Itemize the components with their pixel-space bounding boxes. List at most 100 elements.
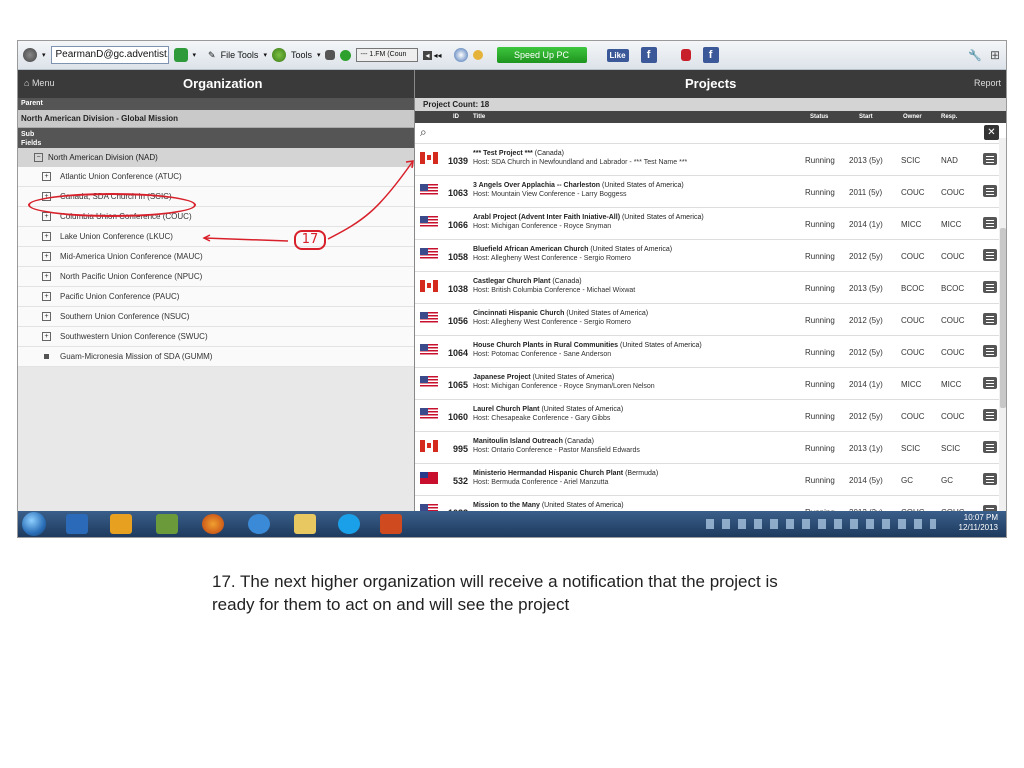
project-title[interactable]: Castlegar Church Plant (Canada) xyxy=(473,278,582,285)
file-explorer-icon[interactable] xyxy=(294,514,316,534)
row-menu-icon[interactable] xyxy=(983,281,997,293)
col-status[interactable]: Status xyxy=(810,114,828,120)
add-icon[interactable]: ⊞ xyxy=(990,48,1000,62)
media-player-icon[interactable] xyxy=(66,514,88,534)
dropdown-arrow-icon[interactable]: ▾ xyxy=(317,51,321,59)
next-icon[interactable]: ◂◂ xyxy=(434,51,442,60)
col-id[interactable]: ID xyxy=(453,114,459,120)
project-row[interactable]: 1063 3 Angels Over Applachia -- Charlesto… xyxy=(415,176,1006,208)
firefox-icon[interactable] xyxy=(202,514,224,534)
dropdown-arrow-icon[interactable]: ▾ xyxy=(42,51,46,59)
project-title[interactable]: 3 Angels Over Applachia -- Charleston (U… xyxy=(473,182,684,189)
project-title[interactable]: Bluefield African American Church (Unite… xyxy=(473,246,672,253)
facebook-like-button[interactable]: Like xyxy=(606,48,629,62)
project-row[interactable]: 1056 Cincinnati Hispanic Church (United S… xyxy=(415,304,1006,336)
weather-icon[interactable] xyxy=(453,48,468,62)
skype-icon[interactable] xyxy=(338,514,360,534)
outlook-icon[interactable] xyxy=(110,514,132,534)
tree-item[interactable]: + Atlantic Union Conference (ATUC) xyxy=(18,167,414,187)
project-row[interactable]: 1060 Laurel Church Plant (United States o… xyxy=(415,400,1006,432)
file-tools-menu[interactable]: File Tools xyxy=(221,50,259,60)
row-menu-icon[interactable] xyxy=(983,473,997,485)
row-menu-icon[interactable] xyxy=(983,377,997,389)
project-title[interactable]: House Church Plants in Rural Communities… xyxy=(473,342,702,349)
scroll-thumb[interactable] xyxy=(1000,228,1006,408)
system-tray-icons[interactable] xyxy=(706,519,936,529)
start-button[interactable] xyxy=(22,512,46,536)
project-row[interactable]: 1058 Bluefield African American Church (U… xyxy=(415,240,1006,272)
row-menu-icon[interactable] xyxy=(983,409,997,421)
menu-button[interactable]: ⌂ Menu xyxy=(24,78,54,88)
col-resp[interactable]: Resp. xyxy=(941,114,957,120)
tree-item[interactable]: + Southern Union Conference (NSUC) xyxy=(18,307,414,327)
clear-search-button[interactable]: ✕ xyxy=(984,125,999,140)
expand-icon[interactable]: + xyxy=(42,272,51,281)
expand-icon[interactable]: + xyxy=(42,312,51,321)
row-menu-icon[interactable] xyxy=(983,249,997,261)
project-title[interactable]: Laurel Church Plant (United States of Am… xyxy=(473,406,623,413)
prev-icon[interactable]: ◂ xyxy=(423,50,432,60)
dropdown-arrow-icon[interactable]: ▾ xyxy=(263,51,267,59)
col-start[interactable]: Start xyxy=(859,114,873,120)
project-row[interactable]: 1066 Arabl Project (Advent Inter Faith In… xyxy=(415,208,1006,240)
project-row[interactable]: 995 Manitoulin Island Outreach (Canada) Ho… xyxy=(415,432,1006,464)
app-icon[interactable] xyxy=(156,514,178,534)
project-title[interactable]: Japanese Project (United States of Ameri… xyxy=(473,374,614,381)
row-menu-icon[interactable] xyxy=(983,345,997,357)
tree-item[interactable]: + North Pacific Union Conference (NPUC) xyxy=(18,267,414,287)
expand-icon[interactable]: + xyxy=(42,232,51,241)
row-menu-icon[interactable] xyxy=(983,313,997,325)
expand-icon[interactable]: + xyxy=(42,332,51,341)
tree-item[interactable]: + Southwestern Union Conference (SWUC) xyxy=(18,327,414,347)
expand-icon[interactable]: + xyxy=(42,252,51,261)
facebook-icon[interactable]: f xyxy=(640,47,657,63)
internet-explorer-icon[interactable] xyxy=(248,514,270,534)
gear-icon[interactable] xyxy=(23,48,37,62)
radio-icon[interactable] xyxy=(325,50,336,60)
col-owner[interactable]: Owner xyxy=(903,114,922,120)
search-input[interactable] xyxy=(437,126,981,141)
account-select[interactable]: PearmanD@gc.adventist. xyxy=(50,46,169,64)
wrench-icon[interactable]: 🔧 xyxy=(968,49,982,62)
expand-icon[interactable]: + xyxy=(42,212,51,221)
col-title[interactable]: Title xyxy=(473,114,485,120)
go-icon[interactable] xyxy=(173,48,188,62)
tree-root-nad[interactable]: − North American Division (NAD) xyxy=(18,148,414,167)
project-title[interactable]: Cincinnati Hispanic Church (United State… xyxy=(473,310,648,317)
tree-item[interactable]: + Lake Union Conference (LKUC) xyxy=(18,227,414,247)
clock[interactable]: 10:07 PM 12/11/2013 xyxy=(959,513,998,533)
speed-up-button[interactable]: Speed Up PC xyxy=(496,47,587,63)
project-title[interactable]: Ministerio Hermandad Hispanic Church Pla… xyxy=(473,470,658,477)
row-menu-icon[interactable] xyxy=(983,153,997,165)
project-row[interactable]: 1039 *** Test Project *** (Canada) Host: S… xyxy=(415,144,1006,176)
powerpoint-icon[interactable] xyxy=(380,514,402,534)
project-row[interactable]: 1038 Castlegar Church Plant (Canada) Host:… xyxy=(415,272,1006,304)
project-row[interactable]: 1064 House Church Plants in Rural Communi… xyxy=(415,336,1006,368)
project-row[interactable]: 532 Ministerio Hermandad Hispanic Church … xyxy=(415,464,1006,496)
account-email[interactable]: PearmanD@gc.adventist. xyxy=(50,46,169,64)
parent-link[interactable]: North American Division - Global Mission xyxy=(18,110,414,128)
collapse-icon[interactable]: − xyxy=(34,153,43,162)
facebook-notification-icon[interactable]: f xyxy=(702,47,719,63)
project-title[interactable]: *** Test Project *** (Canada) xyxy=(473,150,564,157)
cookie-icon[interactable] xyxy=(472,50,483,60)
project-title[interactable]: Mission to the Many (United States of Am… xyxy=(473,502,624,509)
tree-item[interactable]: + Mid-America Union Conference (MAUC) xyxy=(18,247,414,267)
tools-menu[interactable]: Tools xyxy=(291,50,312,60)
tree-item[interactable]: + Pacific Union Conference (PAUC) xyxy=(18,287,414,307)
project-title[interactable]: Manitoulin Island Outreach (Canada) xyxy=(473,438,594,445)
project-row[interactable]: 1065 Japanese Project (United States of A… xyxy=(415,368,1006,400)
report-button[interactable]: Report xyxy=(974,78,1001,88)
dropdown-arrow-icon[interactable]: ▾ xyxy=(193,51,197,59)
expand-icon[interactable]: + xyxy=(42,292,51,301)
row-menu-icon[interactable] xyxy=(983,441,997,453)
project-title[interactable]: Arabl Project (Advent Inter Faith Iniati… xyxy=(473,214,704,221)
tree-item[interactable]: Guam-Micronesia Mission of SDA (GUMM) xyxy=(18,347,414,367)
row-menu-icon[interactable] xyxy=(983,185,997,197)
expand-icon[interactable]: + xyxy=(42,172,51,181)
row-menu-icon[interactable] xyxy=(983,217,997,229)
gift-icon[interactable] xyxy=(680,49,691,61)
radio-station-box[interactable]: --- 1.FM (Coun xyxy=(356,48,419,62)
scrollbar[interactable] xyxy=(999,138,1006,511)
play-icon[interactable] xyxy=(340,49,352,61)
